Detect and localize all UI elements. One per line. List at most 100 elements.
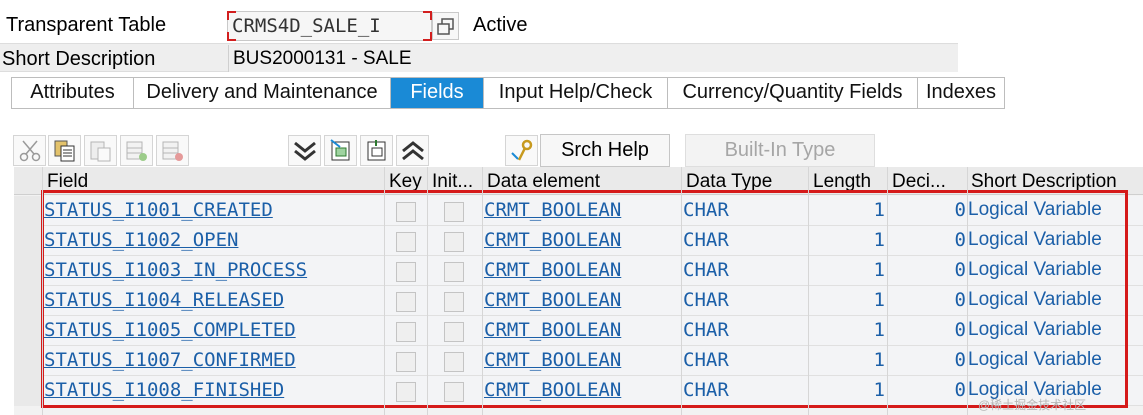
row-selector[interactable]	[14, 226, 42, 256]
key-checkbox[interactable]	[396, 202, 416, 222]
key-checkbox[interactable]	[396, 232, 416, 252]
length-cell: 1	[873, 199, 885, 221]
data-type-cell: CHAR	[683, 379, 729, 401]
key-checkbox[interactable]	[396, 262, 416, 282]
data-type-cell: CHAR	[683, 259, 729, 281]
tab-strip: Attributes Delivery and Maintenance Fiel…	[11, 77, 1005, 109]
short-description-value: BUS2000131 - SALE	[233, 48, 412, 69]
length-cell: 1	[873, 229, 885, 251]
tab-currency-quantity-fields[interactable]: Currency/Quantity Fields	[668, 78, 918, 108]
column-header-initial[interactable]: Init...	[432, 171, 482, 193]
collapse-all-button[interactable]	[288, 135, 321, 166]
insert-row-button[interactable]	[120, 135, 153, 166]
initial-values-checkbox[interactable]	[444, 232, 464, 252]
data-element-link[interactable]: CRMT_BOOLEAN	[484, 259, 621, 281]
cut-icon	[19, 140, 41, 162]
initial-values-checkbox[interactable]	[444, 292, 464, 312]
insert-field-button[interactable]	[324, 135, 357, 166]
table-row[interactable]: STATUS_I1004_RELEASED CRMT_BOOLEAN CHAR 1 0 L…	[14, 286, 1143, 316]
paste-icon	[90, 141, 111, 162]
column-header-key[interactable]: Key	[389, 171, 422, 193]
initial-values-checkbox[interactable]	[444, 202, 464, 222]
table-row[interactable]: STATUS_I1003_IN_PROCESS CRMT_BOOLEAN CHAR 1…	[14, 256, 1143, 286]
search-help-icon-button[interactable]	[505, 135, 538, 166]
include-structure-button[interactable]	[360, 135, 393, 166]
decimals-cell: 0	[954, 259, 966, 281]
decimals-cell: 0	[954, 379, 966, 401]
data-element-link[interactable]: CRMT_BOOLEAN	[484, 379, 621, 401]
data-element-link[interactable]: CRMT_BOOLEAN	[484, 289, 621, 311]
table-row[interactable]: STATUS_I1002_OPEN CRMT_BOOLEAN CHAR 1 0 Logic…	[14, 226, 1143, 256]
column-header-length[interactable]: Length	[813, 171, 871, 193]
decimals-cell: 0	[954, 199, 966, 221]
data-element-link[interactable]: CRMT_BOOLEAN	[484, 229, 621, 251]
column-header-decimals[interactable]: Deci...	[892, 171, 966, 193]
length-cell: 1	[873, 289, 885, 311]
short-description-cell: Logical Variable	[968, 229, 1102, 250]
initial-values-checkbox[interactable]	[444, 322, 464, 342]
data-element-link[interactable]: CRMT_BOOLEAN	[484, 349, 621, 371]
field-name-link[interactable]: STATUS_I1001_CREATED	[44, 199, 273, 221]
field-name-link[interactable]: STATUS_I1002_OPEN	[44, 229, 238, 251]
initial-values-checkbox[interactable]	[444, 352, 464, 372]
row-selector[interactable]	[14, 196, 42, 226]
expand-all-button[interactable]	[396, 135, 429, 166]
open-window-button[interactable]	[432, 12, 459, 40]
row-selector[interactable]	[14, 286, 42, 316]
length-cell: 1	[873, 349, 885, 371]
fields-table: Field Key Init... Data element Data Type…	[14, 167, 1143, 415]
key-checkbox[interactable]	[396, 382, 416, 402]
table-header: Field Key Init... Data element Data Type…	[14, 167, 1143, 195]
column-header-short-description[interactable]: Short Description	[971, 171, 1117, 193]
column-header-data-type[interactable]: Data Type	[686, 171, 772, 193]
table-row[interactable]: STATUS_I1001_CREATED CRMT_BOOLEAN CHAR 1 0 Lo…	[14, 196, 1143, 226]
decimals-cell: 0	[954, 349, 966, 371]
key-checkbox[interactable]	[396, 352, 416, 372]
tab-attributes[interactable]: Attributes	[12, 78, 134, 108]
data-element-link[interactable]: CRMT_BOOLEAN	[484, 319, 621, 341]
table-row[interactable]: STATUS_I1008_FINISHED CRMT_BOOLEAN CHAR 1 0 L…	[14, 376, 1143, 406]
srch-help-button[interactable]: Srch Help	[540, 134, 670, 167]
short-description-cell: Logical Variable	[968, 349, 1102, 370]
column-header-data-element[interactable]: Data element	[487, 171, 600, 193]
data-element-link[interactable]: CRMT_BOOLEAN	[484, 199, 621, 221]
table-row[interactable]: STATUS_I1007_CONFIRMED CRMT_BOOLEAN CHAR 1 0…	[14, 346, 1143, 376]
table-row[interactable]: STATUS_I1005_COMPLETED CRMT_BOOLEAN CHAR 1 0…	[14, 316, 1143, 346]
field-name-link[interactable]: STATUS_I1008_FINISHED	[44, 379, 284, 401]
row-selector[interactable]	[14, 376, 42, 406]
tab-input-help-check[interactable]: Input Help/Check	[484, 78, 668, 108]
cut-button[interactable]	[13, 135, 46, 166]
built-in-type-button[interactable]: Built-In Type	[685, 134, 875, 167]
data-type-cell: CHAR	[683, 199, 729, 221]
initial-values-checkbox[interactable]	[444, 382, 464, 402]
data-type-cell: CHAR	[683, 289, 729, 311]
delete-row-button[interactable]	[156, 135, 189, 166]
field-name-link[interactable]: STATUS_I1004_RELEASED	[44, 289, 284, 311]
tab-fields[interactable]: Fields	[391, 78, 484, 108]
row-selector[interactable]	[14, 316, 42, 346]
object-type-label: Transparent Table	[6, 14, 167, 36]
data-type-cell: CHAR	[683, 319, 729, 341]
row-selector[interactable]	[14, 346, 42, 376]
length-cell: 1	[873, 379, 885, 401]
insert-field-icon	[330, 139, 350, 161]
short-description-field[interactable]: BUS2000131 - SALE	[228, 45, 958, 72]
insert-row-icon	[126, 141, 147, 161]
length-cell: 1	[873, 319, 885, 341]
tab-indexes[interactable]: Indexes	[918, 78, 1004, 108]
table-name-field[interactable]: CRMS4D_SALE_I	[227, 11, 432, 41]
tab-delivery-maintenance[interactable]: Delivery and Maintenance	[134, 78, 391, 108]
column-header-field[interactable]: Field	[47, 171, 88, 193]
field-name-link[interactable]: STATUS_I1003_IN_PROCESS	[44, 259, 307, 281]
key-checkbox[interactable]	[396, 322, 416, 342]
key-checkbox[interactable]	[396, 292, 416, 312]
copy-button[interactable]	[48, 135, 81, 166]
field-name-link[interactable]: STATUS_I1007_CONFIRMED	[44, 349, 296, 371]
initial-values-checkbox[interactable]	[444, 262, 464, 282]
paste-button[interactable]	[84, 135, 117, 166]
field-name-link[interactable]: STATUS_I1005_COMPLETED	[44, 319, 296, 341]
search-help-icon	[511, 139, 533, 161]
include-icon	[367, 140, 386, 161]
row-selector[interactable]	[14, 256, 42, 286]
table-name-value: CRMS4D_SALE_I	[232, 15, 381, 37]
